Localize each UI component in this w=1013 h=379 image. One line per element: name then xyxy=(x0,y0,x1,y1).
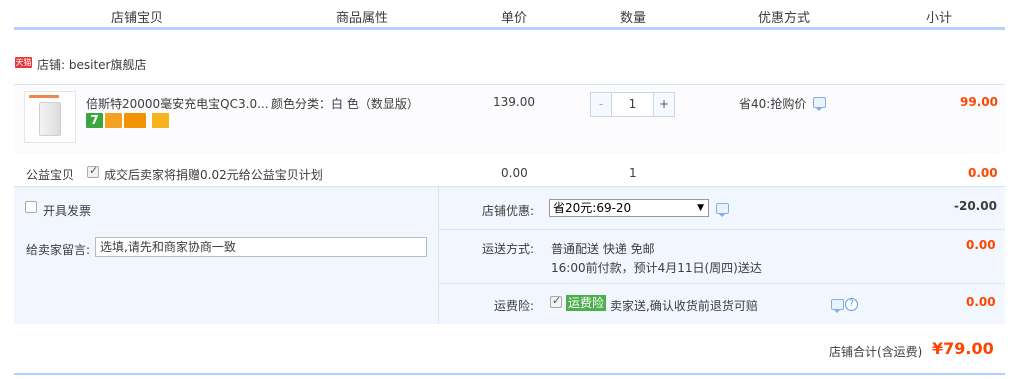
header-discount: 优惠方式 xyxy=(758,11,811,26)
product-thumbnail[interactable] xyxy=(24,91,76,143)
shipping-label: 运送方式: xyxy=(482,242,535,256)
credit-card-icon[interactable] xyxy=(124,113,146,128)
charity-label: 公益宝贝 xyxy=(26,168,75,182)
help-icon[interactable]: ? xyxy=(845,298,858,311)
shop-discount-amount: -20.00 xyxy=(954,199,997,213)
header-quantity: 数量 xyxy=(620,11,647,26)
discount-info-icon[interactable] xyxy=(716,203,729,217)
product-attribute: 颜色分类：白 色（数显版） xyxy=(271,97,419,111)
shop-total-amount: ¥79.00 xyxy=(932,339,994,358)
quantity-decrease-button[interactable]: - xyxy=(591,93,612,116)
quantity-increase-button[interactable]: + xyxy=(653,93,674,116)
header-attributes: 商品属性 xyxy=(336,11,389,26)
header-unit-price: 单价 xyxy=(501,11,528,26)
discount-text: 省40:抢购价 xyxy=(739,97,807,111)
shop-discount-select[interactable]: 省20元:69-20 ▼ xyxy=(549,199,709,217)
row-divider xyxy=(438,229,1005,230)
invoice-label: 开具发票 xyxy=(43,204,92,218)
unit-price: 139.00 xyxy=(493,95,535,109)
quantity-stepper: - 1 + xyxy=(590,92,675,117)
cart-header: 店铺宝贝 商品属性 单价 数量 优惠方式 小计 xyxy=(14,0,1005,30)
installment-icon[interactable] xyxy=(152,113,169,128)
insurance-text: 卖家送,确认收货前退货可赔 xyxy=(610,299,758,313)
charity-checkbox[interactable] xyxy=(87,164,99,178)
service-guarantee-icon[interactable] xyxy=(105,113,122,128)
shipping-method: 普通配送 快递 免邮 xyxy=(551,242,655,256)
header-subtotal: 小计 xyxy=(926,11,953,26)
panel-divider xyxy=(438,186,439,324)
dropdown-arrow-icon: ▼ xyxy=(697,203,704,213)
message-label: 给卖家留言: xyxy=(26,243,91,257)
invoice-checkbox[interactable] xyxy=(25,201,37,213)
header-divider xyxy=(14,27,1005,30)
insurance-badge: 运费险 xyxy=(566,295,607,311)
shop-discount-label: 店铺优惠: xyxy=(482,204,535,218)
quantity-input[interactable]: 1 xyxy=(612,93,653,116)
shop-name-link[interactable]: 店铺: besiter旗舰店 xyxy=(37,56,146,73)
insurance-chat-icon[interactable] xyxy=(831,299,844,313)
shop-total-label: 店铺合计(含运费) xyxy=(829,345,923,359)
seven-day-return-icon[interactable]: 7 xyxy=(86,113,103,128)
brand-mark-icon xyxy=(29,95,59,98)
shop-discount-selected: 省20元:69-20 xyxy=(553,201,632,215)
footer-divider xyxy=(14,373,1005,375)
row-divider xyxy=(438,283,1005,284)
charity-quantity: 1 xyxy=(629,166,637,180)
charity-price: 0.00 xyxy=(501,166,528,180)
item-subtotal: 99.00 xyxy=(960,95,998,109)
product-title-link[interactable]: 倍斯特20000毫安充电宝QC3.0... xyxy=(86,95,269,112)
tmall-icon: 天猫 xyxy=(15,57,32,68)
charity-text: 成交后卖家将捐赠0.02元给公益宝贝计划 xyxy=(104,168,323,182)
discount-info-icon[interactable] xyxy=(813,97,826,111)
header-shop-item: 店铺宝贝 xyxy=(111,11,164,26)
insurance-checkbox[interactable] xyxy=(550,294,562,308)
seller-message-input[interactable]: 选填,请先和商家协商一致 xyxy=(95,237,427,257)
power-bank-image xyxy=(39,102,61,136)
shipping-eta: 16:00前付款，预计4月11日(周四)送达 xyxy=(551,261,762,275)
insurance-label: 运费险: xyxy=(494,299,535,313)
charity-subtotal: 0.00 xyxy=(968,166,998,180)
shipping-amount: 0.00 xyxy=(966,238,996,252)
insurance-amount: 0.00 xyxy=(966,295,996,309)
